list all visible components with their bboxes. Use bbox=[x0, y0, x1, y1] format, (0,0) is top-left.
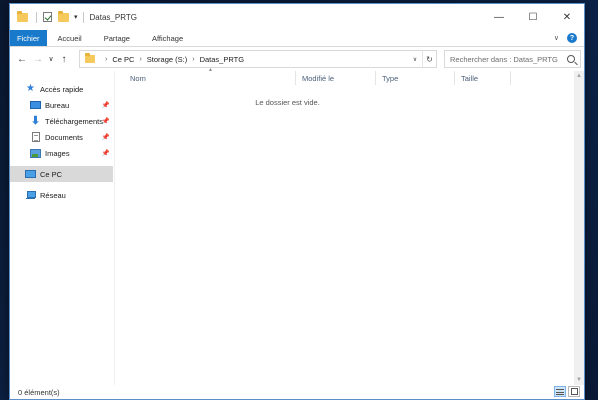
column-header-type[interactable]: Type bbox=[376, 71, 455, 85]
search-icon[interactable] bbox=[567, 55, 575, 63]
navigation-pane: ★ Accès rapide Bureau 📌 ⬇ Téléchargement… bbox=[10, 71, 113, 385]
nav-item-documents[interactable]: Documents 📌 bbox=[10, 129, 113, 145]
scroll-up-icon[interactable]: ▲ bbox=[574, 71, 584, 81]
expand-ribbon-icon[interactable]: ∨ bbox=[554, 34, 559, 42]
window-controls: — ☐ ✕ bbox=[482, 4, 584, 30]
search-input[interactable] bbox=[450, 54, 565, 64]
nav-item-ce-pc[interactable]: Ce PC bbox=[10, 166, 113, 182]
properties-icon[interactable] bbox=[43, 12, 52, 22]
nav-item-label: Téléchargements bbox=[45, 116, 103, 126]
nav-item-images[interactable]: Images 📌 bbox=[10, 145, 113, 161]
separator bbox=[36, 11, 37, 23]
nav-item-bureau[interactable]: Bureau 📌 bbox=[10, 97, 113, 113]
new-folder-icon[interactable] bbox=[58, 10, 69, 22]
images-icon bbox=[30, 148, 41, 158]
network-icon bbox=[25, 190, 36, 200]
forward-button[interactable]: → bbox=[30, 54, 46, 65]
desktop-icon bbox=[30, 100, 41, 110]
folder-icon bbox=[85, 53, 95, 63]
breadcrumb-ce-pc[interactable]: Ce PC bbox=[112, 55, 134, 64]
customize-toolbar-dropdown-icon[interactable]: ▾ bbox=[74, 13, 78, 21]
help-icon[interactable]: ? bbox=[567, 33, 577, 43]
column-header-nom[interactable]: Nom bbox=[124, 71, 296, 85]
nav-item-reseau[interactable]: Réseau bbox=[10, 187, 113, 203]
vertical-scrollbar[interactable]: ▲ ▼ bbox=[574, 71, 584, 385]
view-buttons bbox=[554, 386, 580, 397]
address-actions: ∨ ↻ bbox=[408, 51, 436, 67]
tab-partage[interactable]: Partage bbox=[93, 30, 141, 46]
window-title: Datas_PRTG bbox=[89, 12, 137, 22]
pin-icon[interactable]: 📌 bbox=[102, 101, 110, 109]
minimize-button[interactable]: — bbox=[482, 4, 516, 30]
up-button[interactable]: ↑ bbox=[56, 54, 72, 65]
title-bar: ▾ Datas_PRTG — ☐ ✕ bbox=[10, 4, 584, 30]
pin-icon[interactable]: 📌 bbox=[102, 149, 110, 157]
search-box[interactable] bbox=[444, 50, 581, 68]
folder-icon bbox=[17, 10, 28, 22]
item-count: 0 élément(s) bbox=[18, 387, 60, 397]
tab-accueil[interactable]: Accueil bbox=[47, 30, 93, 46]
nav-item-label: Réseau bbox=[40, 190, 66, 200]
quick-access-toolbar: ▾ bbox=[17, 10, 90, 23]
breadcrumb-datas-prtg[interactable]: Datas_PRTG bbox=[200, 55, 244, 64]
nav-item-label: Images bbox=[45, 148, 70, 158]
nav-item-telechargements[interactable]: ⬇ Téléchargements 📌 bbox=[10, 113, 113, 129]
download-icon: ⬇ bbox=[30, 114, 41, 127]
nav-item-label: Documents bbox=[45, 132, 83, 142]
nav-item-label: Bureau bbox=[45, 100, 70, 110]
separator bbox=[82, 11, 84, 23]
documents-icon bbox=[30, 132, 41, 142]
maximize-button[interactable]: ☐ bbox=[516, 4, 550, 30]
ribbon-tabs: Fichier Accueil Partage Affichage ∨ ? bbox=[10, 30, 584, 47]
nav-item-label: Ce PC bbox=[40, 169, 63, 179]
pin-icon[interactable]: 📌 bbox=[102, 133, 110, 141]
large-icons-view-icon[interactable] bbox=[568, 386, 580, 397]
star-icon: ★ bbox=[26, 83, 35, 94]
recent-locations-dropdown-icon[interactable]: ∨ bbox=[46, 55, 56, 63]
close-button[interactable]: ✕ bbox=[550, 4, 584, 30]
nav-item-label: Accès rapide bbox=[40, 84, 84, 94]
breadcrumb-storage[interactable]: Storage (S:) bbox=[147, 55, 187, 64]
status-bar: 0 élément(s) bbox=[10, 385, 584, 399]
file-list-area[interactable]: ▲ Nom Modifié le Type Taille Le dossier … bbox=[115, 67, 584, 385]
chevron-right-icon[interactable]: › bbox=[139, 56, 141, 63]
chevron-right-icon[interactable]: › bbox=[192, 56, 194, 63]
nav-item-quick-access[interactable]: ★ Accès rapide bbox=[10, 81, 113, 97]
navigation-bar: ← → ∨ ↑ › Ce PC › Storage (S:) › Datas_P… bbox=[10, 47, 584, 71]
file-explorer-window: ▾ Datas_PRTG — ☐ ✕ Fichier Accueil Parta… bbox=[9, 3, 585, 400]
computer-icon bbox=[25, 169, 36, 179]
column-headers: ▲ Nom Modifié le Type Taille bbox=[115, 67, 574, 85]
column-header-taille[interactable]: Taille bbox=[455, 71, 511, 85]
chevron-right-icon[interactable]: › bbox=[105, 56, 107, 63]
empty-folder-message: Le dossier est vide. bbox=[255, 98, 320, 107]
tab-fichier[interactable]: Fichier bbox=[10, 30, 47, 46]
scroll-down-icon[interactable]: ▼ bbox=[574, 375, 584, 385]
ribbon-right-controls: ∨ ? bbox=[554, 30, 584, 46]
back-button[interactable]: ← bbox=[14, 54, 30, 65]
address-bar[interactable]: › Ce PC › Storage (S:) › Datas_PRTG ∨ ↻ bbox=[79, 50, 437, 68]
tab-affichage[interactable]: Affichage bbox=[141, 30, 194, 46]
details-view-icon[interactable] bbox=[554, 386, 566, 397]
pin-icon[interactable]: 📌 bbox=[102, 117, 110, 125]
refresh-icon[interactable]: ↻ bbox=[422, 51, 436, 67]
address-dropdown-icon[interactable]: ∨ bbox=[408, 51, 422, 67]
column-header-modifie[interactable]: Modifié le bbox=[296, 71, 376, 85]
